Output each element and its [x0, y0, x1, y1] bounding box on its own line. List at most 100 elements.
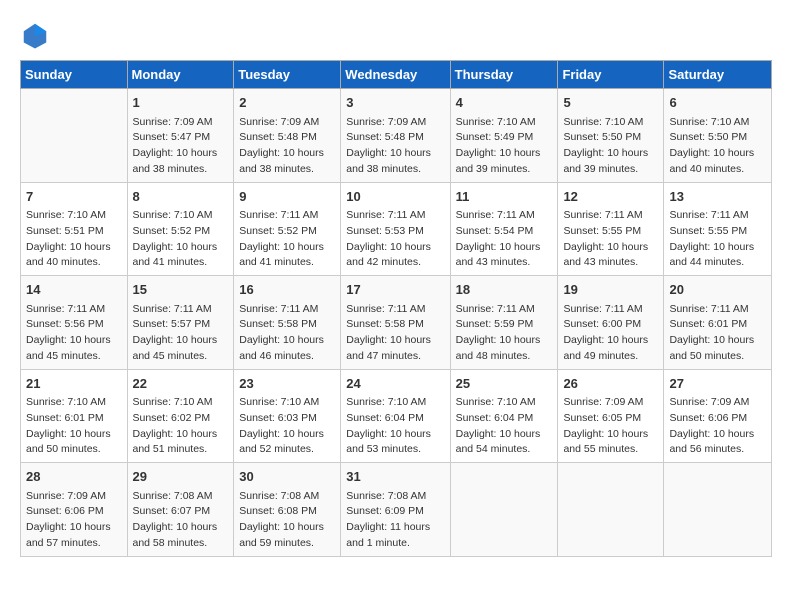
day-number: 23: [239, 374, 335, 394]
day-cell: 27Sunrise: 7:09 AMSunset: 6:06 PMDayligh…: [664, 369, 772, 463]
header-cell-wednesday: Wednesday: [341, 61, 450, 89]
day-cell: [450, 463, 558, 557]
day-cell: 20Sunrise: 7:11 AMSunset: 6:01 PMDayligh…: [664, 276, 772, 370]
day-cell: [558, 463, 664, 557]
day-info: Sunrise: 7:10 AMSunset: 5:50 PMDaylight:…: [563, 115, 658, 178]
day-info: Sunrise: 7:11 AMSunset: 5:58 PMDaylight:…: [346, 302, 444, 365]
day-info: Sunrise: 7:10 AMSunset: 6:02 PMDaylight:…: [133, 395, 229, 458]
day-cell: 11Sunrise: 7:11 AMSunset: 5:54 PMDayligh…: [450, 182, 558, 276]
day-info: Sunrise: 7:11 AMSunset: 5:55 PMDaylight:…: [669, 208, 766, 271]
day-info: Sunrise: 7:11 AMSunset: 5:56 PMDaylight:…: [26, 302, 122, 365]
day-info: Sunrise: 7:10 AMSunset: 6:04 PMDaylight:…: [346, 395, 444, 458]
day-info: Sunrise: 7:10 AMSunset: 6:04 PMDaylight:…: [456, 395, 553, 458]
day-cell: 3Sunrise: 7:09 AMSunset: 5:48 PMDaylight…: [341, 89, 450, 183]
day-number: 1: [133, 93, 229, 113]
day-info: Sunrise: 7:10 AMSunset: 5:50 PMDaylight:…: [669, 115, 766, 178]
day-cell: 13Sunrise: 7:11 AMSunset: 5:55 PMDayligh…: [664, 182, 772, 276]
day-info: Sunrise: 7:08 AMSunset: 6:09 PMDaylight:…: [346, 489, 444, 552]
day-cell: 26Sunrise: 7:09 AMSunset: 6:05 PMDayligh…: [558, 369, 664, 463]
day-number: 15: [133, 280, 229, 300]
day-info: Sunrise: 7:09 AMSunset: 5:47 PMDaylight:…: [133, 115, 229, 178]
day-number: 13: [669, 187, 766, 207]
calendar-table: SundayMondayTuesdayWednesdayThursdayFrid…: [20, 60, 772, 557]
day-number: 10: [346, 187, 444, 207]
day-info: Sunrise: 7:11 AMSunset: 5:58 PMDaylight:…: [239, 302, 335, 365]
day-info: Sunrise: 7:11 AMSunset: 5:59 PMDaylight:…: [456, 302, 553, 365]
day-cell: 4Sunrise: 7:10 AMSunset: 5:49 PMDaylight…: [450, 89, 558, 183]
day-cell: 19Sunrise: 7:11 AMSunset: 6:00 PMDayligh…: [558, 276, 664, 370]
day-cell: 23Sunrise: 7:10 AMSunset: 6:03 PMDayligh…: [234, 369, 341, 463]
day-number: 21: [26, 374, 122, 394]
day-cell: 6Sunrise: 7:10 AMSunset: 5:50 PMDaylight…: [664, 89, 772, 183]
day-cell: 29Sunrise: 7:08 AMSunset: 6:07 PMDayligh…: [127, 463, 234, 557]
day-info: Sunrise: 7:09 AMSunset: 6:06 PMDaylight:…: [669, 395, 766, 458]
header: [20, 20, 772, 50]
week-row-4: 21Sunrise: 7:10 AMSunset: 6:01 PMDayligh…: [21, 369, 772, 463]
day-number: 9: [239, 187, 335, 207]
day-number: 28: [26, 467, 122, 487]
day-number: 2: [239, 93, 335, 113]
day-cell: 16Sunrise: 7:11 AMSunset: 5:58 PMDayligh…: [234, 276, 341, 370]
day-info: Sunrise: 7:11 AMSunset: 5:52 PMDaylight:…: [239, 208, 335, 271]
day-cell: 30Sunrise: 7:08 AMSunset: 6:08 PMDayligh…: [234, 463, 341, 557]
day-info: Sunrise: 7:10 AMSunset: 5:51 PMDaylight:…: [26, 208, 122, 271]
day-number: 8: [133, 187, 229, 207]
day-info: Sunrise: 7:09 AMSunset: 5:48 PMDaylight:…: [346, 115, 444, 178]
day-number: 3: [346, 93, 444, 113]
day-info: Sunrise: 7:11 AMSunset: 5:57 PMDaylight:…: [133, 302, 229, 365]
day-info: Sunrise: 7:11 AMSunset: 5:53 PMDaylight:…: [346, 208, 444, 271]
header-cell-thursday: Thursday: [450, 61, 558, 89]
header-cell-sunday: Sunday: [21, 61, 128, 89]
header-cell-tuesday: Tuesday: [234, 61, 341, 89]
day-cell: 7Sunrise: 7:10 AMSunset: 5:51 PMDaylight…: [21, 182, 128, 276]
day-number: 11: [456, 187, 553, 207]
day-info: Sunrise: 7:08 AMSunset: 6:07 PMDaylight:…: [133, 489, 229, 552]
day-cell: 25Sunrise: 7:10 AMSunset: 6:04 PMDayligh…: [450, 369, 558, 463]
day-cell: 12Sunrise: 7:11 AMSunset: 5:55 PMDayligh…: [558, 182, 664, 276]
day-number: 24: [346, 374, 444, 394]
day-cell: 24Sunrise: 7:10 AMSunset: 6:04 PMDayligh…: [341, 369, 450, 463]
day-number: 4: [456, 93, 553, 113]
logo-icon: [20, 20, 50, 50]
day-number: 25: [456, 374, 553, 394]
day-info: Sunrise: 7:11 AMSunset: 5:54 PMDaylight:…: [456, 208, 553, 271]
week-row-3: 14Sunrise: 7:11 AMSunset: 5:56 PMDayligh…: [21, 276, 772, 370]
day-cell: 17Sunrise: 7:11 AMSunset: 5:58 PMDayligh…: [341, 276, 450, 370]
day-number: 14: [26, 280, 122, 300]
day-info: Sunrise: 7:11 AMSunset: 6:00 PMDaylight:…: [563, 302, 658, 365]
day-cell: 31Sunrise: 7:08 AMSunset: 6:09 PMDayligh…: [341, 463, 450, 557]
day-cell: 22Sunrise: 7:10 AMSunset: 6:02 PMDayligh…: [127, 369, 234, 463]
day-info: Sunrise: 7:10 AMSunset: 6:01 PMDaylight:…: [26, 395, 122, 458]
day-cell: 28Sunrise: 7:09 AMSunset: 6:06 PMDayligh…: [21, 463, 128, 557]
day-number: 26: [563, 374, 658, 394]
day-number: 18: [456, 280, 553, 300]
day-cell: 8Sunrise: 7:10 AMSunset: 5:52 PMDaylight…: [127, 182, 234, 276]
day-cell: 21Sunrise: 7:10 AMSunset: 6:01 PMDayligh…: [21, 369, 128, 463]
day-number: 7: [26, 187, 122, 207]
header-cell-saturday: Saturday: [664, 61, 772, 89]
week-row-2: 7Sunrise: 7:10 AMSunset: 5:51 PMDaylight…: [21, 182, 772, 276]
day-cell: [21, 89, 128, 183]
day-number: 29: [133, 467, 229, 487]
calendar-body: 1Sunrise: 7:09 AMSunset: 5:47 PMDaylight…: [21, 89, 772, 557]
header-cell-friday: Friday: [558, 61, 664, 89]
day-info: Sunrise: 7:10 AMSunset: 5:52 PMDaylight:…: [133, 208, 229, 271]
day-info: Sunrise: 7:08 AMSunset: 6:08 PMDaylight:…: [239, 489, 335, 552]
day-number: 22: [133, 374, 229, 394]
day-cell: 5Sunrise: 7:10 AMSunset: 5:50 PMDaylight…: [558, 89, 664, 183]
day-number: 17: [346, 280, 444, 300]
day-cell: 14Sunrise: 7:11 AMSunset: 5:56 PMDayligh…: [21, 276, 128, 370]
day-info: Sunrise: 7:11 AMSunset: 5:55 PMDaylight:…: [563, 208, 658, 271]
day-info: Sunrise: 7:09 AMSunset: 6:05 PMDaylight:…: [563, 395, 658, 458]
week-row-5: 28Sunrise: 7:09 AMSunset: 6:06 PMDayligh…: [21, 463, 772, 557]
day-number: 20: [669, 280, 766, 300]
day-number: 16: [239, 280, 335, 300]
day-cell: 10Sunrise: 7:11 AMSunset: 5:53 PMDayligh…: [341, 182, 450, 276]
day-number: 19: [563, 280, 658, 300]
day-number: 5: [563, 93, 658, 113]
day-info: Sunrise: 7:11 AMSunset: 6:01 PMDaylight:…: [669, 302, 766, 365]
day-cell: 9Sunrise: 7:11 AMSunset: 5:52 PMDaylight…: [234, 182, 341, 276]
day-cell: 15Sunrise: 7:11 AMSunset: 5:57 PMDayligh…: [127, 276, 234, 370]
day-cell: [664, 463, 772, 557]
day-info: Sunrise: 7:09 AMSunset: 6:06 PMDaylight:…: [26, 489, 122, 552]
